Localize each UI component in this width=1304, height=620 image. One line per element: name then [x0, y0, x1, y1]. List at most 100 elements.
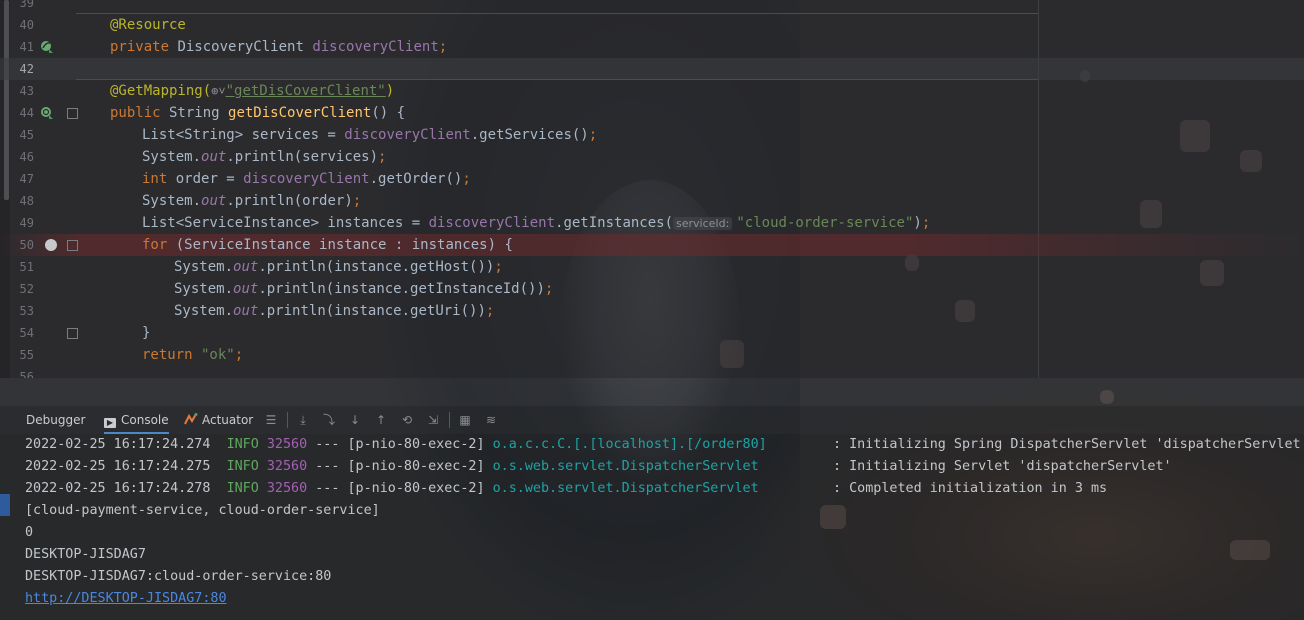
tab-actuator[interactable]: Actuator	[184, 406, 253, 434]
code-text: List<ServiceInstance> instances =	[142, 215, 429, 231]
code-text: .println(services)	[226, 149, 379, 165]
code-line-52[interactable]: System.out.println(instance.getInstanceI…	[174, 278, 553, 300]
tab-debugger[interactable]: Debugger	[26, 406, 85, 434]
code-line-48[interactable]: System.out.println(order);	[142, 190, 361, 212]
tab-label: Actuator	[202, 413, 254, 427]
line-number: 56	[19, 370, 34, 378]
trace-icon[interactable]: ≋	[484, 413, 498, 427]
semicolon: ;	[494, 259, 503, 275]
line-number: 45	[19, 128, 34, 142]
code-text: List<String> services =	[142, 127, 345, 143]
log-thread: --- [p-nio-80-exec-2]	[307, 459, 493, 474]
actuator-icon	[184, 413, 198, 425]
code-line-43[interactable]: @GetMapping(⊕˅"getDisCoverClient")	[110, 80, 394, 102]
line-number: 55	[19, 348, 34, 362]
code-text: .println(instance.getInstanceId())	[258, 281, 545, 297]
code-line-40[interactable]: @Resource	[110, 14, 186, 36]
semicolon: ;	[378, 149, 387, 165]
semicolon: ;	[544, 281, 554, 297]
output-line: [cloud-payment-service, cloud-order-serv…	[25, 503, 380, 518]
log-pid: 32560	[266, 437, 308, 452]
drop-frame-icon[interactable]: ⟲	[400, 413, 414, 427]
punct: () {	[371, 105, 406, 121]
step-over-icon[interactable]: ⤵	[322, 413, 336, 427]
log-thread: --- [p-nio-80-exec-2]	[307, 437, 493, 452]
code-line-53[interactable]: System.out.println(instance.getUri());	[174, 300, 494, 322]
string-literal: "ok"	[192, 347, 235, 363]
semicolon: ;	[438, 39, 448, 55]
field: discoveryClient	[344, 127, 471, 143]
static-field: out	[201, 149, 227, 165]
step-out-icon[interactable]: ↑	[374, 413, 388, 427]
debug-toolbar: Debugger ▶ Console Actuator ☰ ⤓ ⤵ ↓ ↑ ⟲ ⇲…	[0, 406, 1304, 434]
right-margin-guide	[1038, 0, 1039, 378]
string-literal[interactable]: "getDisCoverClient"	[226, 83, 386, 99]
line-number: 44	[19, 106, 34, 120]
semicolon: ;	[588, 127, 598, 143]
console-icon: ▶	[104, 418, 116, 428]
menu-icon[interactable]: ☰	[264, 413, 278, 427]
code-line-54[interactable]: }	[142, 322, 150, 344]
code-line-47[interactable]: int order = discoveryClient.getOrder();	[142, 168, 471, 190]
line-number: 51	[19, 260, 34, 274]
code-line-49[interactable]: List<ServiceInstance> instances = discov…	[142, 212, 930, 235]
tab-console[interactable]: ▶ Console	[104, 406, 169, 434]
line-number: 43	[19, 84, 34, 98]
code-text: System.	[174, 259, 234, 275]
code-text: .println(order)	[226, 193, 353, 209]
code-editor[interactable]: 39 40 41 42 43 44 45 46 47 48 49 50 51 5…	[0, 0, 1304, 378]
method-separator	[76, 13, 1038, 14]
globe-icon[interactable]: ⊕˅	[211, 84, 225, 98]
code-text: order =	[167, 171, 244, 187]
log-thread: --- [p-nio-80-exec-2]	[307, 481, 493, 496]
console-output[interactable]: 2022-02-25 16:17:24.274 INFO 32560 --- […	[0, 434, 1304, 620]
static-field: out	[233, 303, 259, 319]
log-pid: 32560	[266, 459, 308, 474]
code-line-50[interactable]: for (ServiceInstance instance : instance…	[142, 234, 513, 256]
line-number: 52	[19, 282, 34, 296]
field: discoveryClient	[428, 215, 556, 231]
annotation: @GetMapping(	[110, 83, 212, 99]
semicolon: ;	[485, 303, 495, 319]
parameter-hint: serviceId:	[673, 217, 733, 230]
log-message: : Initializing Spring DispatcherServlet …	[833, 437, 1304, 452]
code-line-41[interactable]: private DiscoveryClient discoveryClient;	[110, 36, 447, 58]
code-text: .getInstances(	[555, 215, 674, 231]
toolbar-separator	[449, 412, 450, 428]
log-timestamp: 2022-02-25 16:17:24.278	[25, 481, 211, 496]
code-line-55[interactable]: return "ok";	[142, 344, 243, 366]
code-text: (ServiceInstance instance : instances) {	[167, 237, 513, 253]
evaluate-expression-icon[interactable]: ▦	[458, 413, 472, 427]
show-execution-point-icon[interactable]: ⤓	[296, 413, 310, 427]
panel-divider[interactable]	[0, 378, 1304, 406]
keyword: int	[142, 171, 168, 187]
fold-icon[interactable]	[67, 328, 78, 339]
run-to-cursor-icon[interactable]: ⇲	[426, 413, 440, 427]
line-number: 46	[19, 150, 34, 164]
fold-icon[interactable]	[67, 240, 78, 251]
keyword: private	[110, 39, 170, 55]
log-message: : Completed initialization in 3 ms	[833, 481, 1108, 496]
breakpoint-icon[interactable]	[45, 239, 57, 251]
tab-label: Debugger	[26, 413, 86, 427]
static-field: out	[233, 259, 259, 275]
code-line-44[interactable]: public String getDisCoverClient() {	[110, 102, 405, 124]
code-text: .getOrder()	[369, 171, 463, 187]
keyword: public	[110, 105, 161, 121]
code-line-45[interactable]: List<String> services = discoveryClient.…	[142, 124, 597, 146]
fold-icon[interactable]	[67, 108, 78, 119]
method-name: getDisCoverClient	[228, 105, 372, 121]
log-timestamp: 2022-02-25 16:17:24.274	[25, 437, 211, 452]
line-number: 49	[19, 216, 34, 230]
line-number: 48	[19, 194, 34, 208]
code-text: .println(instance.getUri())	[258, 303, 486, 319]
keyword: for	[142, 237, 168, 253]
code-line-51[interactable]: System.out.println(instance.getHost());	[174, 256, 503, 278]
output-link[interactable]: http://DESKTOP-JISDAG7:80	[25, 588, 227, 610]
web-endpoint-icon[interactable]	[40, 106, 54, 120]
step-into-icon[interactable]: ↓	[348, 413, 362, 427]
spring-bean-icon[interactable]	[40, 40, 54, 54]
line-number: 42	[19, 62, 34, 76]
log-message: : Initializing Servlet 'dispatcherServle…	[833, 459, 1172, 474]
code-line-46[interactable]: System.out.println(services);	[142, 146, 386, 168]
